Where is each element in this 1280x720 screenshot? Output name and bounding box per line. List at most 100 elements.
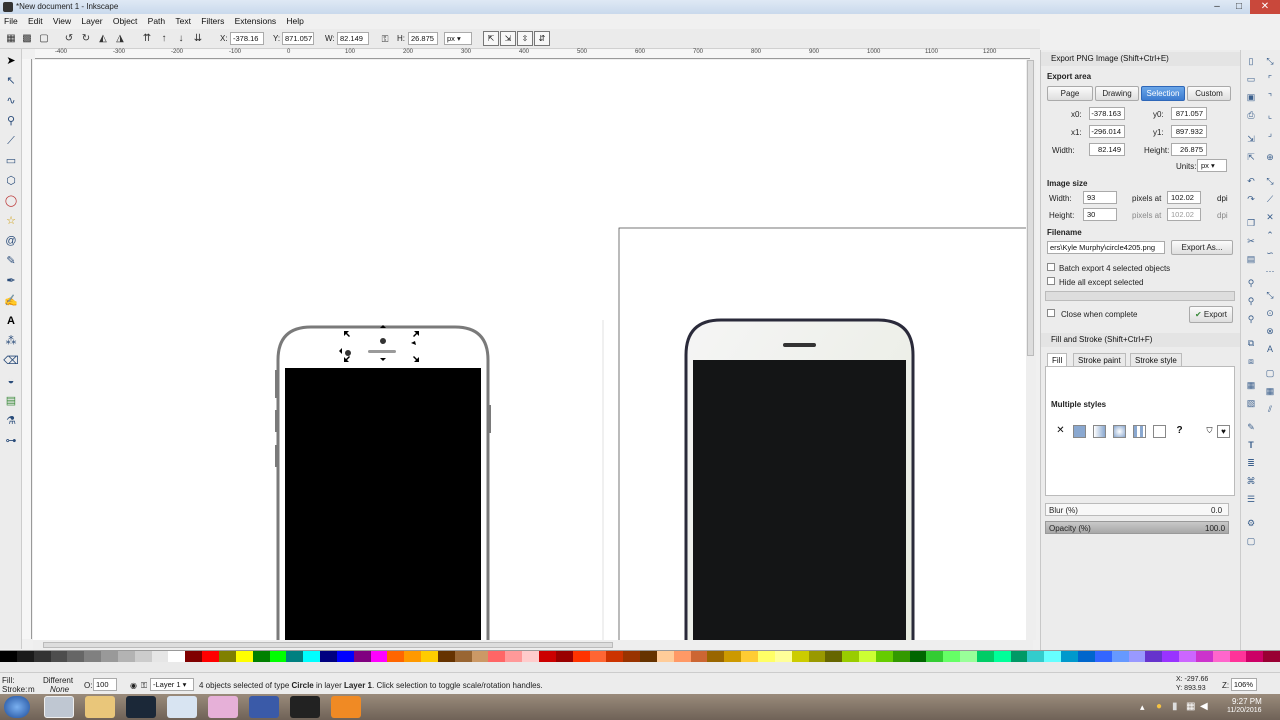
print-icon[interactable]: ⎙ — [1244, 108, 1258, 122]
explorer-taskbar-icon[interactable] — [85, 696, 115, 718]
snap-rotation-center-icon[interactable]: ⊗ — [1263, 324, 1277, 338]
clock-time[interactable]: 9:27 PM — [1232, 697, 1262, 706]
tray-arrow-icon[interactable]: ▴ — [1140, 702, 1145, 713]
app-taskbar-icon-2[interactable] — [208, 696, 238, 718]
lock-layer-icon[interactable]: ⚿ — [141, 681, 147, 691]
export-button[interactable]: ✔ Export — [1189, 306, 1233, 323]
media-taskbar-icon[interactable] — [331, 696, 361, 718]
undo-icon[interactable]: ↶ — [1244, 174, 1258, 188]
linear-gradient-icon[interactable] — [1093, 425, 1106, 438]
app-taskbar-icon-3[interactable] — [249, 696, 279, 718]
area-drawing-button[interactable]: Drawing — [1095, 86, 1139, 101]
import-icon[interactable]: ⇲ — [1244, 132, 1258, 146]
img-width-field[interactable]: 93 — [1083, 191, 1117, 204]
lower-to-bottom-icon[interactable]: ⇊ — [191, 32, 205, 46]
palette-scrollbar[interactable] — [0, 662, 1280, 672]
no-paint-icon[interactable]: ✕ — [1054, 425, 1067, 438]
width-field[interactable]: 82.149 — [1089, 143, 1125, 156]
flat-color-icon[interactable] — [1073, 425, 1086, 438]
pattern-icon[interactable] — [1153, 425, 1166, 438]
horizontal-scrollbar[interactable] — [33, 640, 1033, 650]
transform-gradients-toggle[interactable]: ⇳ — [517, 31, 533, 46]
app-taskbar-icon-1[interactable] — [167, 696, 197, 718]
area-custom-button[interactable]: Custom — [1187, 86, 1231, 101]
h-field[interactable]: 26.875 — [408, 32, 438, 45]
hide-all-checkbox[interactable] — [1047, 277, 1055, 285]
y-field[interactable]: 871.057 — [282, 32, 314, 45]
open-icon[interactable]: ▭ — [1244, 72, 1258, 86]
tray-icon-1[interactable]: ● — [1156, 701, 1162, 712]
menu-help[interactable]: Help — [282, 14, 307, 29]
node-tool-icon[interactable]: ↖ — [3, 73, 19, 89]
fill-stroke-panel-header[interactable]: Fill and Stroke (Shift+Ctrl+F) — [1041, 333, 1241, 347]
pen-tool-icon[interactable]: ✒ — [3, 273, 19, 289]
lock-icon[interactable]: ⚿ — [378, 32, 392, 46]
eraser-tool-icon[interactable]: ⌫ — [3, 353, 19, 369]
zoom-field[interactable]: 106% — [1231, 678, 1257, 691]
align-icon[interactable]: ☰ — [1244, 492, 1258, 506]
circle-tool-icon[interactable]: ◯ — [3, 193, 19, 209]
zoom-drawing-icon[interactable]: ⚲ — [1244, 294, 1258, 308]
menu-file[interactable]: File — [0, 14, 22, 29]
snap-smooth-icon[interactable]: ∽ — [1263, 246, 1277, 260]
snap-guide-icon[interactable]: ⫽ — [1263, 402, 1277, 416]
snap-others-icon[interactable]: ⤡ — [1263, 288, 1277, 302]
tweak-tool-icon[interactable]: ∿ — [3, 93, 19, 109]
rotate-cw-icon[interactable]: ↻ — [79, 32, 93, 46]
tray-icon-2[interactable]: ▮ — [1172, 701, 1178, 712]
deselect-icon[interactable]: ▢ — [37, 32, 51, 46]
inkscape-taskbar-icon[interactable] — [44, 696, 74, 718]
snap-bbox-midpoint-icon[interactable]: ⌟ — [1263, 126, 1277, 140]
raise-icon[interactable]: ↑ — [157, 32, 171, 46]
area-selection-button[interactable]: Selection — [1141, 86, 1185, 101]
unset-paint-icon[interactable]: ? — [1173, 425, 1186, 438]
clock-date[interactable]: 11/20/2016 — [1227, 707, 1262, 714]
menu-filters[interactable]: Filters — [197, 14, 228, 29]
snap-grid-icon[interactable]: ▦ — [1263, 384, 1277, 398]
layers-icon[interactable]: ≣ — [1244, 456, 1258, 470]
eye-icon[interactable]: ◉ — [130, 681, 137, 690]
batch-export-checkbox[interactable] — [1047, 263, 1055, 271]
menu-edit[interactable]: Edit — [24, 14, 47, 29]
pencil-tool-icon[interactable]: ✎ — [3, 253, 19, 269]
flip-horizontal-icon[interactable]: ◭ — [96, 32, 110, 46]
snap-bbox-edge-icon[interactable]: ⌝ — [1263, 90, 1277, 104]
x-field[interactable]: -378.16 — [230, 32, 264, 45]
horizontal-scroll-thumb[interactable] — [43, 642, 613, 648]
selector-tool-icon[interactable]: ➤ — [3, 53, 19, 69]
measure-tool-icon[interactable]: ⟋ — [3, 133, 19, 149]
fill-stroke-icon[interactable]: ✎ — [1244, 420, 1258, 434]
export-icon[interactable]: ⇱ — [1244, 150, 1258, 164]
scale-stroke-toggle[interactable]: ⇱ — [483, 31, 499, 46]
copy-icon[interactable]: ❐ — [1244, 216, 1258, 230]
raise-to-top-icon[interactable]: ⇈ — [140, 32, 154, 46]
fill-rule-evenodd-icon[interactable]: ⛉ — [1203, 425, 1216, 438]
snap-intersection-icon[interactable]: ✕ — [1263, 210, 1277, 224]
close-when-complete-checkbox[interactable] — [1047, 309, 1055, 317]
fill-status-value[interactable]: Different — [43, 676, 73, 685]
tab-stroke-paint[interactable]: Stroke paint — [1073, 353, 1126, 367]
rect-tool-icon[interactable]: ▭ — [3, 153, 19, 169]
export-panel-header[interactable]: Export PNG Image (Shift+Ctrl+E) — [1041, 52, 1241, 66]
bucket-tool-icon[interactable]: ◒ — [3, 373, 19, 389]
maximize-button[interactable]: □ — [1228, 0, 1250, 14]
start-button[interactable] — [4, 696, 30, 718]
network-icon[interactable]: ▦ — [1186, 701, 1195, 712]
volume-icon[interactable]: ◀ — [1200, 701, 1208, 712]
snap-center-icon[interactable]: ⊕ — [1263, 150, 1277, 164]
radial-gradient-icon[interactable] — [1113, 425, 1126, 438]
spray-tool-icon[interactable]: ⁂ — [3, 333, 19, 349]
snap-baseline-icon[interactable]: A — [1263, 342, 1277, 356]
snap-page-border-icon[interactable]: ▢ — [1263, 366, 1277, 380]
ungroup-icon[interactable]: ▧ — [1244, 396, 1258, 410]
mesh-icon[interactable] — [1133, 425, 1146, 438]
select-all-layers-icon[interactable]: ▩ — [20, 32, 34, 46]
scale-corners-toggle[interactable]: ⇲ — [500, 31, 516, 46]
zoom-selection-icon[interactable]: ⚲ — [1244, 276, 1258, 290]
duplicate-icon[interactable]: ⧉ — [1244, 336, 1258, 350]
snap-cusp-icon[interactable]: ⌃ — [1263, 228, 1277, 242]
snap-bbox-corner-icon[interactable]: ⌞ — [1263, 108, 1277, 122]
menu-view[interactable]: View — [49, 14, 75, 29]
vertical-scroll-thumb[interactable] — [1027, 60, 1034, 356]
height-field[interactable]: 26.875 — [1171, 143, 1207, 156]
